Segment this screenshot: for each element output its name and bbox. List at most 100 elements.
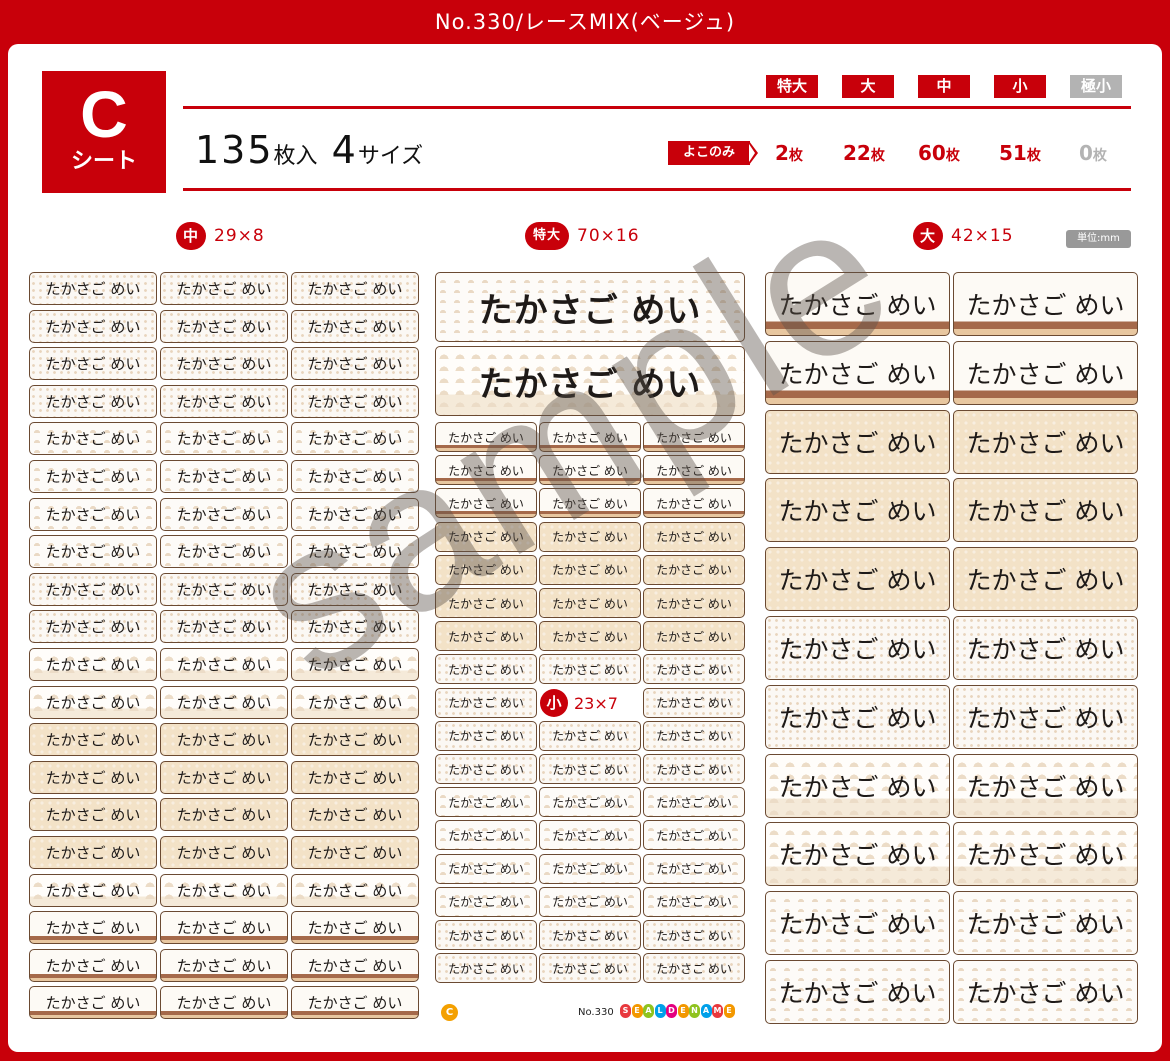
brand-logo-letter: A [643,1004,654,1018]
label-mid: たかさご めい [160,685,288,719]
brand-logo: SEALDENAME [620,1004,735,1018]
label-mid: たかさご めい [29,798,157,832]
name-text: たかさご めい [307,317,403,336]
label-mid: たかさご めい [160,723,288,757]
name-text: たかさご めい [656,762,732,777]
name-text: たかさご めい [45,505,141,524]
name-text: たかさご めい [966,566,1125,596]
size-quantity-value: 51 [999,141,1027,165]
label-mid: たかさご めい [29,723,157,757]
name-text: たかさご めい [656,662,732,677]
label-small: たかさご めい [539,853,641,884]
name-text: たかさご めい [307,956,403,975]
name-text: たかさご めい [176,656,272,674]
brand-logo-letter: D [666,1004,677,1018]
name-text: たかさご めい [656,563,732,578]
label-mid: たかさご めい [29,309,157,343]
section-tokudai-heading: 特大 70×16 [525,222,640,250]
name-text: たかさご めい [307,543,403,562]
name-text: たかさご めい [656,696,732,711]
label-small: たかさご めい [435,820,537,851]
label-dai: たかさご めい [953,753,1138,818]
name-text: たかさご めい [448,530,524,545]
label-mid: たかさご めい [160,836,288,869]
label-mid: たかさご めい [160,648,288,681]
label-small: たかさご めい [539,521,641,552]
label-small: たかさご めい [539,621,641,652]
label-mid: たかさご めい [160,384,288,418]
label-small: たかさご めい [643,654,745,685]
name-text: たかさご めい [307,468,403,486]
name-text: たかさご めい [966,497,1125,527]
name-text: たかさご めい [966,635,1125,664]
name-text: たかさご めい [448,828,524,843]
name-text: たかさご めい [45,392,141,411]
label-mid: たかさご めい [160,948,288,982]
name-text: たかさご めい [966,703,1125,733]
label-mid: たかさご めい [29,347,157,381]
name-text: たかさご めい [307,355,403,374]
label-small: たかさご めい [539,720,641,751]
name-text: たかさご めい [552,828,628,843]
label-dai: たかさご めい [765,616,950,680]
name-text: たかさご めい [448,862,524,877]
divider-top [183,106,1131,109]
name-text: たかさご めい [45,618,141,637]
label-small: たかさご めい [435,754,537,784]
label-small: たかさご めい [435,920,537,950]
name-text: たかさご めい [478,364,702,405]
label-small: たかさご めい [435,422,537,452]
name-text: たかさご めい [778,703,937,733]
name-text: たかさご めい [45,468,141,486]
name-text: たかさご めい [552,762,628,777]
label-mid: たかさご めい [160,986,288,1020]
name-text: たかさご めい [307,994,403,1013]
label-mid: たかさご めい [29,873,157,907]
name-text: たかさご めい [176,844,272,862]
sheet-label: シート [70,149,137,174]
label-small: たかさご めい [539,787,641,818]
name-text: たかさご めい [448,961,524,976]
label-small: たかさご めい [539,455,641,486]
name-text: たかさご めい [307,656,403,674]
name-text: たかさご めい [45,280,141,298]
label-mid: たかさご めい [291,948,419,982]
label-mid: たかさご めい [291,347,419,381]
label-mid: たかさご めい [29,460,157,493]
label-small: たかさご めい [643,687,745,718]
label-small: たかさご めい [435,521,537,552]
label-small: たかさご めい [435,687,537,718]
label-mid: たかさご めい [160,422,288,456]
name-text: たかさご めい [176,317,272,336]
label-mid: たかさご めい [291,572,419,606]
name-text: たかさご めい [966,979,1125,1008]
name-text: たかさご めい [448,430,524,445]
label-small: たかさご めい [435,787,537,818]
name-text: たかさご めい [552,729,628,744]
label-mid: たかさご めい [29,384,157,418]
section-dai-badge: 大 [913,222,943,250]
label-mid: たかさご めい [291,422,419,456]
size-quantity: 22枚 [843,140,885,169]
label-mid: たかさご めい [160,535,288,569]
name-text: たかさご めい [45,317,141,336]
name-text: たかさご めい [552,596,628,611]
size-quantity-value: 2 [775,141,789,165]
label-dai: たかさご めい [953,478,1138,543]
label-small: たかさご めい [539,920,641,950]
name-text: たかさご めい [656,895,732,910]
name-text: たかさご めい [552,530,628,545]
name-text: たかさご めい [778,772,937,802]
name-text: たかさご めい [656,496,732,511]
label-small: たかさご めい [435,953,537,984]
label-mid: たかさご めい [291,873,419,907]
section-small-dims: 23×7 [574,693,618,713]
label-mid: たかさご めい [291,836,419,869]
name-text: たかさご めい [45,956,141,975]
label-mid: たかさご めい [29,986,157,1020]
label-small: たかさご めい [435,853,537,884]
label-small: たかさご めい [643,521,745,552]
name-text: たかさご めい [307,731,403,750]
name-text: たかさご めい [307,844,403,862]
name-text: たかさご めい [45,355,141,374]
